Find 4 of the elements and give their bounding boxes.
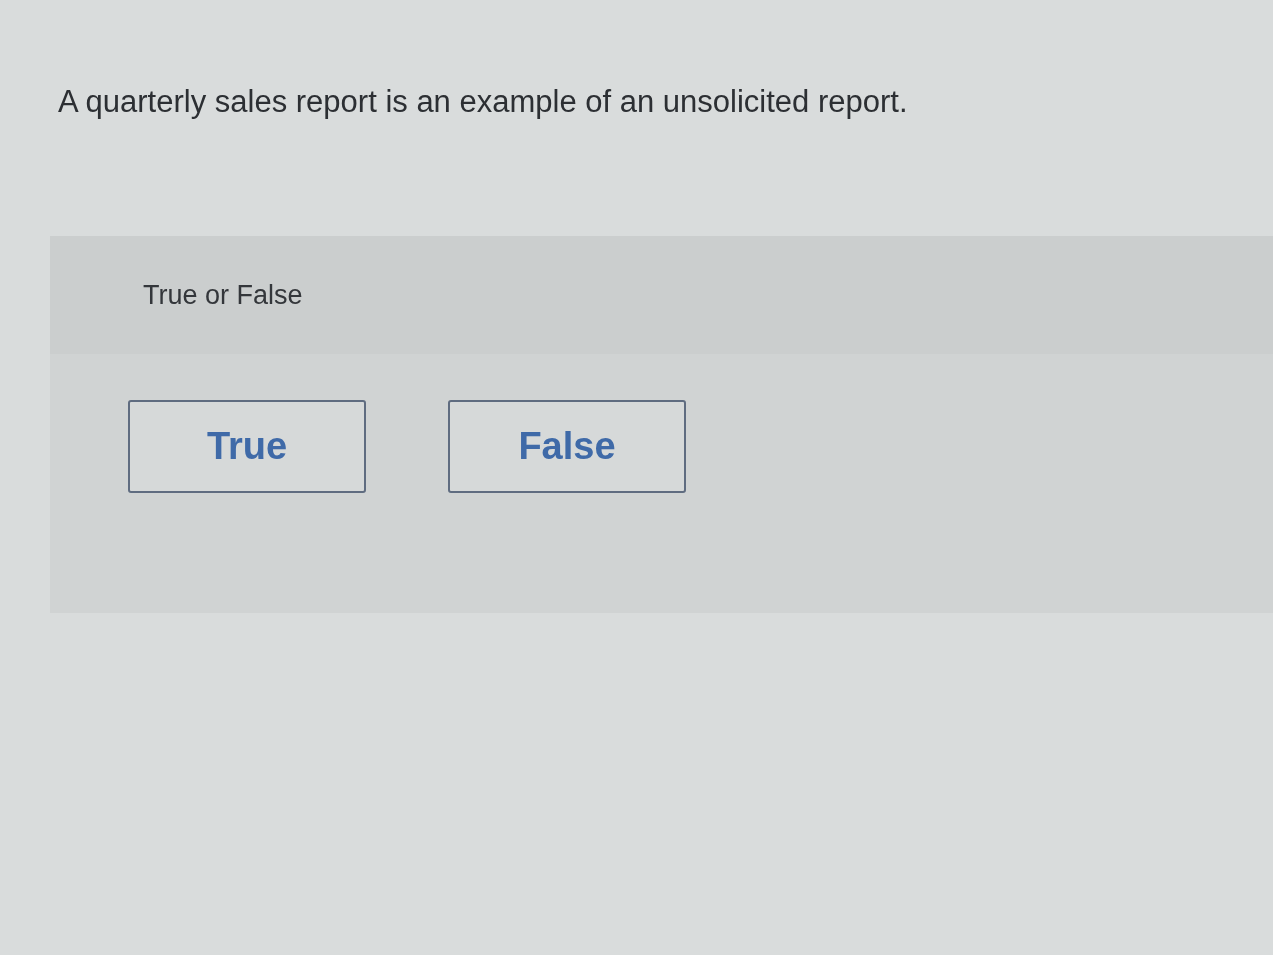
answer-option-button[interactable]: True (128, 400, 366, 493)
question-text: A quarterly sales report is an example of an unsolicited report. (58, 83, 909, 121)
prompt-text: True or False (143, 278, 303, 312)
answer-option-button[interactable]: False (448, 400, 686, 493)
